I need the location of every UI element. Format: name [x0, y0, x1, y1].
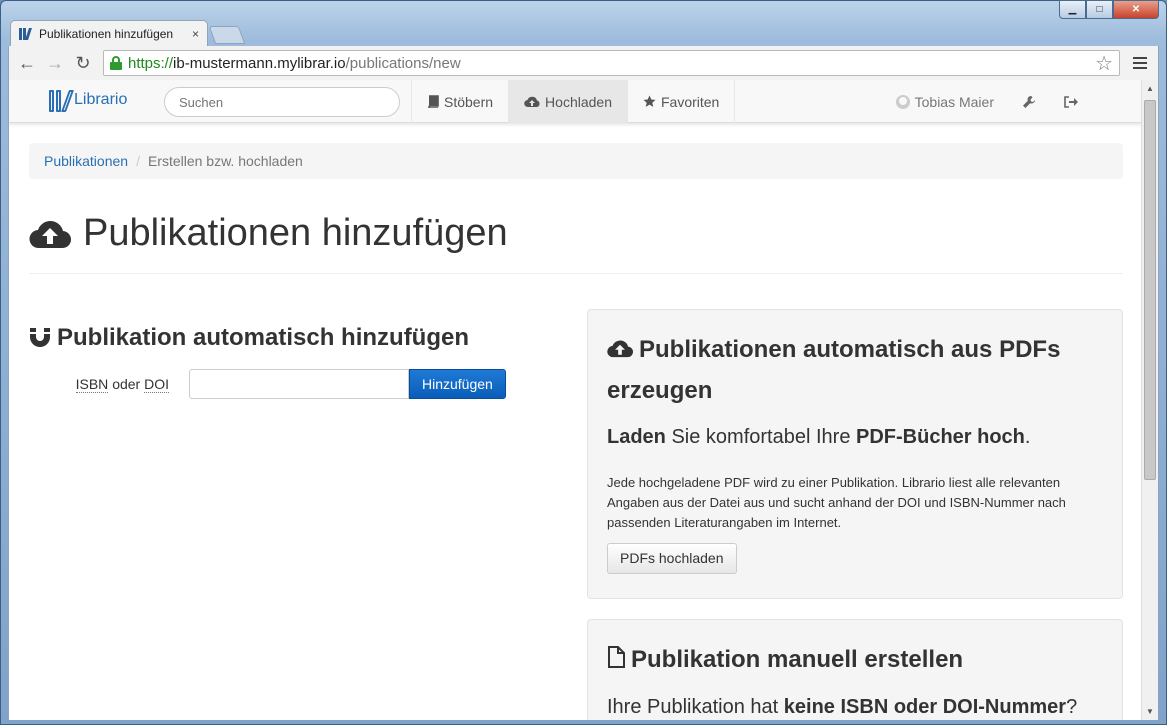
lead-bold-2: PDF-Bücher hoch: [856, 425, 1025, 448]
add-button[interactable]: Hinzufügen: [409, 369, 506, 399]
lock-icon: [110, 56, 122, 70]
lead-bold-1: Laden: [607, 425, 666, 448]
oder-text: oder: [112, 376, 141, 392]
manual-create-title: Publikation manuell erstellen: [631, 646, 964, 673]
page-viewport: Librario Stöbern Hochladen Favoriten Tob…: [8, 80, 1159, 720]
manual-lead-bold: keine ISBN oder DOI-Nummer: [783, 695, 1067, 718]
pdf-upload-description: Jede hochgeladene PDF wird zu einer Publ…: [607, 474, 1066, 530]
url-host: ib-mustermann.mylibrar.io: [173, 54, 346, 72]
user-name: Tobias Maier: [914, 93, 994, 110]
nav-stoebern-label: Stöbern: [444, 93, 494, 110]
tab-close-icon[interactable]: ×: [192, 27, 199, 41]
back-button[interactable]: ←: [13, 50, 41, 76]
nav-stoebern[interactable]: Stöbern: [411, 80, 508, 123]
nav-hochladen[interactable]: Hochladen: [508, 80, 627, 123]
brand-link[interactable]: Librario: [49, 88, 127, 112]
browser-toolbar: ← → ↻ https://ib-mustermann.mylibrar.io /…: [8, 46, 1159, 80]
wrench-icon: [1023, 95, 1035, 108]
manual-create-well: Publikation manuell erstellen Ihre Publi…: [587, 619, 1123, 720]
minimize-button[interactable]: ▁: [1059, 0, 1086, 19]
url-path: /publications/new: [345, 54, 461, 72]
breadcrumb-current: Erstellen bzw. hochladen: [147, 153, 303, 169]
new-tab-button[interactable]: [208, 26, 246, 44]
scroll-up-icon[interactable]: ▲: [1142, 80, 1158, 97]
cloud-upload-icon: [607, 331, 634, 371]
file-icon: [607, 641, 625, 681]
doi-abbr: DOI: [144, 376, 169, 393]
manual-lead-end: ?: [1066, 695, 1078, 718]
logout-link[interactable]: [1050, 95, 1092, 108]
isbn-doi-label: ISBN oder DOI: [29, 376, 189, 393]
manual-create-heading: Publikation manuell erstellen: [607, 640, 1103, 681]
auto-add-title: Publikation automatisch hinzufügen: [57, 324, 470, 351]
star-icon: [643, 95, 656, 107]
lead-end: .: [1024, 425, 1031, 448]
pdf-upload-title: Publikationen automatisch aus PDFs erzeu…: [607, 336, 1061, 404]
window-controls: ▁ □ ✕: [1059, 0, 1159, 19]
bookmark-star-icon[interactable]: ☆: [1095, 51, 1113, 76]
settings-link[interactable]: [1008, 95, 1050, 109]
close-window-button[interactable]: ✕: [1113, 0, 1159, 19]
user-avatar-icon: [895, 94, 910, 109]
manual-create-lead: Ihre Publikation hat keine ISBN oder DOI…: [607, 693, 1103, 720]
user-nav: Tobias Maier: [882, 80, 1092, 123]
librario-favicon-icon: [19, 27, 33, 40]
brand-name: Librario: [74, 91, 128, 108]
page-header: Publikationen hinzufügen: [29, 212, 1123, 274]
sign-out-icon: [1064, 95, 1078, 108]
page-title: Publikationen hinzufügen: [83, 212, 508, 254]
forward-button[interactable]: →: [41, 50, 69, 76]
auto-add-heading: Publikation automatisch hinzufügen: [29, 324, 469, 352]
user-menu[interactable]: Tobias Maier: [882, 94, 1008, 110]
cloud-upload-icon: [524, 96, 540, 107]
book-icon: [428, 95, 439, 108]
tab-title: Publikationen hinzufügen: [39, 26, 174, 41]
lead-mid: Sie komfortabel Ihre: [665, 425, 856, 448]
magnet-icon: [30, 328, 50, 347]
browser-menu-button[interactable]: [1126, 50, 1154, 76]
maximize-button[interactable]: □: [1086, 0, 1113, 19]
search-input[interactable]: [164, 87, 400, 117]
scroll-thumb[interactable]: [1144, 100, 1156, 480]
isbn-doi-form: ISBN oder DOI Hinzufügen: [29, 369, 506, 399]
isbn-doi-input[interactable]: [189, 369, 409, 399]
tab-strip: Publikationen hinzufügen ×: [10, 20, 410, 46]
isbn-abbr: ISBN: [75, 376, 109, 393]
breadcrumb-publikationen-link[interactable]: Publikationen: [44, 153, 128, 169]
nav-favoriten-label: Favoriten: [660, 93, 720, 110]
breadcrumb: Publikationen / Erstellen bzw. hochladen: [29, 143, 1123, 179]
librario-logo-icon: [49, 88, 75, 112]
pdf-upload-lead: Laden Sie komfortabel Ihre PDF-Bücher ho…: [607, 423, 1103, 451]
main-nav: Stöbern Hochladen Favoriten: [411, 80, 736, 123]
manual-lead-start: Ihre Publikation hat: [607, 695, 784, 718]
upload-pdfs-button[interactable]: PDFs hochladen: [607, 542, 737, 574]
breadcrumb-separator: /: [136, 153, 140, 169]
reload-button[interactable]: ↻: [69, 50, 97, 76]
pdf-upload-well: Publikationen automatisch aus PDFs erzeu…: [587, 309, 1123, 599]
pdf-upload-heading: Publikationen automatisch aus PDFs erzeu…: [607, 330, 1103, 411]
vertical-scrollbar[interactable]: ▲ ▼: [1141, 80, 1158, 720]
address-bar[interactable]: https://ib-mustermann.mylibrar.io/public…: [103, 50, 1120, 76]
app-navbar: Librario Stöbern Hochladen Favoriten Tob…: [9, 80, 1142, 123]
nav-favoriten[interactable]: Favoriten: [626, 80, 736, 123]
browser-tab[interactable]: Publikationen hinzufügen ×: [10, 20, 208, 46]
scroll-down-icon[interactable]: ▼: [1142, 703, 1158, 720]
nav-hochladen-label: Hochladen: [545, 93, 612, 110]
url-scheme: https://: [128, 54, 174, 72]
cloud-upload-icon: [29, 219, 71, 249]
